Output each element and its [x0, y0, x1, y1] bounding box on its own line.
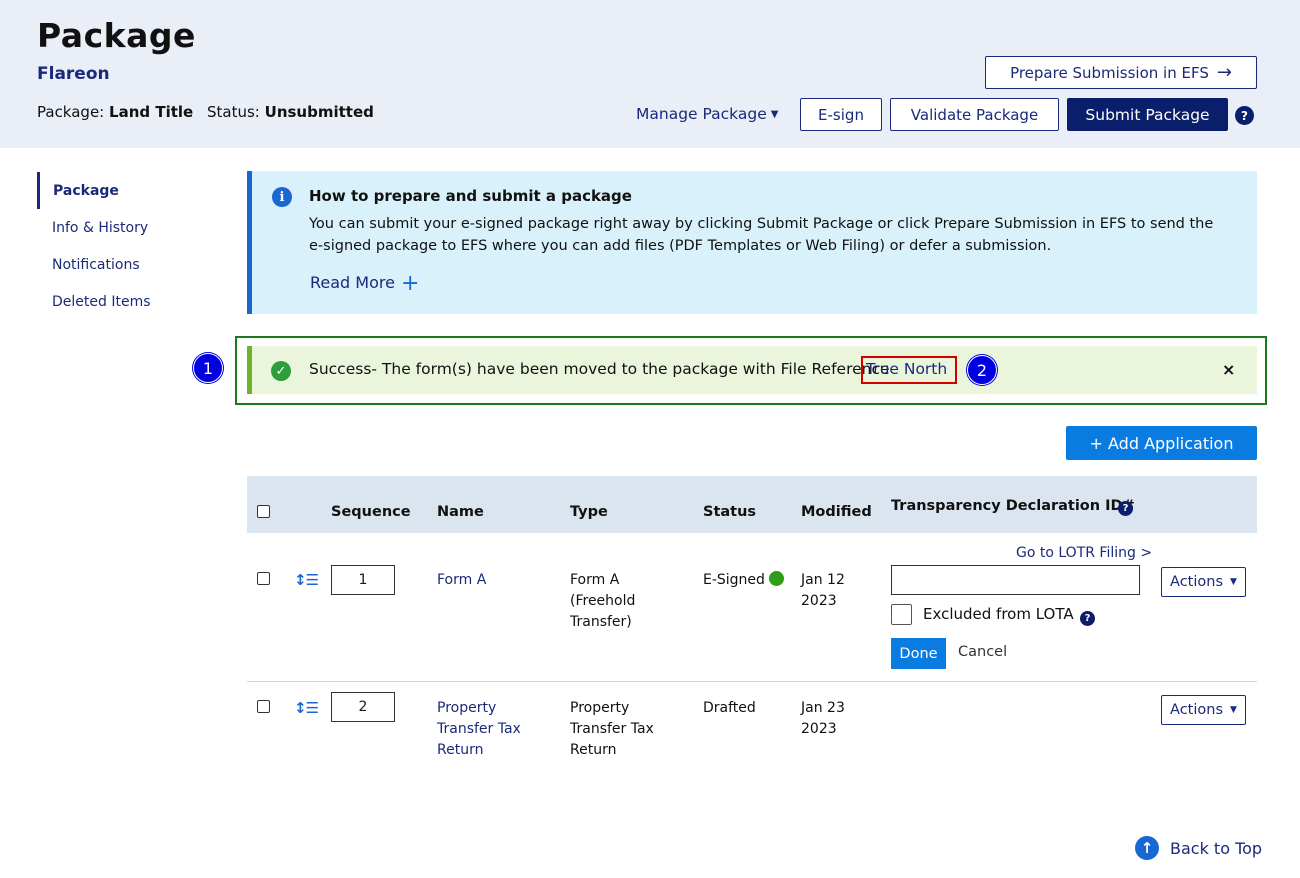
success-message: Success- The form(s) have been moved to …: [309, 360, 890, 378]
sequence-input[interactable]: 1: [331, 565, 395, 595]
row-checkbox[interactable]: [257, 700, 270, 713]
arrow-right-icon: →: [1216, 62, 1232, 83]
read-more-label: Read More: [310, 273, 395, 292]
help-icon[interactable]: ?: [1235, 106, 1254, 125]
status-value: Unsubmitted: [264, 103, 374, 121]
modified-line: 2023: [801, 593, 837, 609]
column-header-tdid: Transparency Declaration ID#: [891, 498, 1135, 514]
actions-label: Actions: [1170, 702, 1224, 718]
page-title: Package: [37, 16, 196, 55]
form-name-link[interactable]: Form A: [437, 570, 486, 591]
arrow-up-icon: ↑: [1135, 836, 1159, 860]
form-type-line: (Freehold: [570, 593, 636, 609]
actions-dropdown[interactable]: Actions ▼: [1161, 695, 1246, 725]
form-type-line: Property: [570, 700, 630, 716]
row-checkbox[interactable]: [257, 572, 270, 585]
sidebar-item-notifications[interactable]: Notifications: [37, 246, 207, 283]
help-icon[interactable]: ?: [1118, 501, 1133, 516]
select-all-checkbox[interactable]: [257, 505, 270, 518]
close-icon[interactable]: ×: [1222, 360, 1235, 379]
reorder-icon[interactable]: ↕☰: [294, 571, 319, 589]
esign-button[interactable]: E-sign: [800, 98, 882, 131]
done-button[interactable]: Done: [891, 638, 946, 669]
status-dot-icon: [768, 571, 784, 586]
status-label: Status:: [207, 103, 260, 121]
excluded-from-lota-checkbox[interactable]: [891, 604, 912, 625]
sidebar-item-info-history[interactable]: Info & History: [37, 209, 207, 246]
caret-down-icon: ▼: [1230, 577, 1237, 587]
column-header-modified: Modified: [801, 504, 872, 520]
form-modified: Jan 12 2023: [801, 570, 845, 612]
column-header-sequence: Sequence: [331, 504, 411, 520]
form-type-line: Transfer Tax: [570, 721, 654, 737]
column-header-type: Type: [570, 504, 608, 520]
modified-line: Jan 12: [801, 572, 845, 588]
manage-package-label: Manage Package: [636, 105, 767, 123]
org-name: Flareon: [37, 64, 110, 84]
info-body: You can submit your e-signed package rig…: [309, 216, 1214, 254]
validate-package-button[interactable]: Validate Package: [890, 98, 1059, 131]
package-label: Package:: [37, 103, 105, 121]
sequence-input[interactable]: 2: [331, 692, 395, 722]
form-name-line: Transfer Tax: [437, 721, 521, 737]
status-meta: Status: Unsubmitted: [207, 103, 374, 121]
status-text: E-Signed: [703, 572, 765, 588]
form-modified: Jan 23 2023: [801, 698, 845, 740]
form-status: Drafted: [703, 700, 756, 716]
caret-down-icon: ▼: [770, 109, 779, 120]
column-header-status: Status: [703, 504, 757, 520]
back-to-top-link[interactable]: ↑ Back to Top: [1135, 836, 1262, 860]
back-to-top-label: Back to Top: [1170, 838, 1263, 858]
actions-label: Actions: [1170, 574, 1224, 590]
info-icon: i: [272, 187, 292, 207]
row-divider: [247, 681, 1257, 682]
form-type-line: Transfer): [570, 614, 632, 630]
go-to-lotr-filing-link[interactable]: Go to LOTR Filing >: [1016, 545, 1152, 561]
excluded-from-lota-label: Excluded from LOTA: [923, 605, 1074, 623]
check-circle-icon: ✓: [271, 361, 291, 381]
caret-down-icon: ▼: [1230, 705, 1237, 715]
add-application-button[interactable]: + Add Application: [1066, 426, 1257, 460]
form-name-line: Property: [437, 700, 497, 716]
form-type-line: Return: [570, 742, 617, 758]
modified-line: Jan 23: [801, 700, 845, 716]
annotation-badge-1: 1: [193, 353, 223, 383]
help-icon[interactable]: ?: [1080, 611, 1095, 626]
annotation-badge-2: 2: [967, 355, 997, 385]
plus-icon: +: [400, 271, 420, 296]
form-name-line: Return: [437, 742, 484, 758]
form-type-line: Form A: [570, 572, 620, 588]
sidebar-item-package[interactable]: Package: [37, 172, 207, 209]
form-name-link[interactable]: Property Transfer Tax Return: [437, 698, 521, 761]
prepare-submission-label: Prepare Submission in EFS: [1010, 63, 1209, 82]
submit-package-button[interactable]: Submit Package: [1067, 98, 1228, 131]
form-type: Form A (Freehold Transfer): [570, 570, 635, 633]
package-value: Land Title: [109, 103, 194, 121]
reorder-icon[interactable]: ↕☰: [294, 699, 319, 717]
column-header-name: Name: [437, 504, 484, 520]
cancel-button[interactable]: Cancel: [958, 644, 1007, 660]
transparency-declaration-input[interactable]: [891, 565, 1140, 595]
sidebar-item-deleted-items[interactable]: Deleted Items: [37, 283, 207, 320]
modified-line: 2023: [801, 721, 837, 737]
form-type: Property Transfer Tax Return: [570, 698, 654, 761]
manage-package-dropdown[interactable]: Manage Package ▼: [636, 105, 778, 123]
file-reference-link[interactable]: True North: [866, 360, 947, 378]
actions-dropdown[interactable]: Actions ▼: [1161, 567, 1246, 597]
sidebar-nav: Package Info & History Notifications Del…: [37, 172, 207, 320]
prepare-submission-button[interactable]: Prepare Submission in EFS →: [985, 56, 1257, 89]
package-meta: Package: Land Title: [37, 103, 193, 121]
form-status: E-Signed: [703, 570, 784, 591]
read-more-link[interactable]: Read More +: [310, 271, 419, 296]
info-title: How to prepare and submit a package: [309, 187, 632, 205]
